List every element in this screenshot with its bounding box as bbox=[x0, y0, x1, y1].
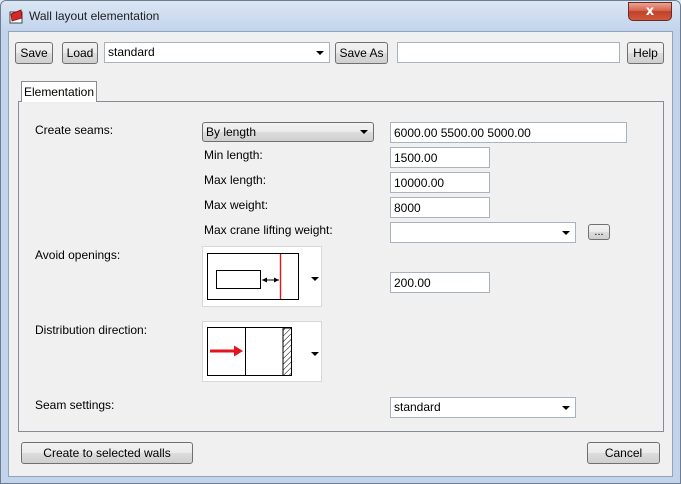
distribution-direction-label: Distribution direction: bbox=[35, 323, 148, 337]
cancel-button[interactable]: Cancel bbox=[587, 442, 660, 464]
seam-settings-label: Seam settings: bbox=[35, 398, 115, 412]
seam-settings-value: standard bbox=[394, 400, 441, 414]
opening-distance-icon bbox=[207, 253, 299, 300]
tab-elementation-label: Elementation bbox=[23, 85, 95, 99]
avoid-openings-picker[interactable] bbox=[202, 246, 322, 307]
close-icon: x bbox=[645, 4, 655, 19]
close-button[interactable]: x bbox=[628, 2, 672, 21]
chevron-down-icon bbox=[562, 406, 570, 410]
create-to-selected-walls-button[interactable]: Create to selected walls bbox=[21, 442, 193, 464]
direction-arrow-icon bbox=[207, 327, 292, 376]
load-button[interactable]: Load bbox=[62, 42, 98, 64]
seam-lengths-input[interactable] bbox=[390, 122, 627, 143]
dialog-window: Wall layout elementation x Save Load sta… bbox=[0, 0, 681, 484]
chevron-down-icon bbox=[311, 277, 319, 281]
title-bar[interactable]: Wall layout elementation x bbox=[1, 1, 680, 31]
create-seams-label: Create seams: bbox=[35, 123, 114, 137]
help-button[interactable]: Help bbox=[627, 42, 664, 64]
chevron-down-icon bbox=[311, 352, 319, 356]
save-as-button[interactable]: Save As bbox=[335, 42, 388, 64]
max-crane-label: Max crane lifting weight: bbox=[204, 223, 333, 237]
max-length-label: Max length: bbox=[204, 173, 267, 187]
max-weight-label: Max weight: bbox=[204, 198, 269, 212]
seam-mode-dropdown[interactable]: By length bbox=[202, 122, 374, 142]
preset-value: standard bbox=[108, 45, 155, 59]
save-as-name-input[interactable] bbox=[397, 42, 620, 63]
distribution-direction-picker[interactable] bbox=[202, 321, 322, 382]
elementation-panel: Create seams: By length Min length: Max … bbox=[18, 101, 664, 432]
chevron-down-icon bbox=[562, 231, 570, 235]
min-length-input[interactable] bbox=[390, 147, 490, 168]
max-crane-browse-button[interactable]: ... bbox=[588, 224, 610, 240]
avoid-openings-distance-input[interactable] bbox=[390, 272, 490, 293]
preset-dropdown[interactable]: standard bbox=[104, 42, 330, 63]
max-length-input[interactable] bbox=[390, 172, 490, 193]
window-title: Wall layout elementation bbox=[29, 9, 160, 23]
seam-mode-value: By length bbox=[206, 125, 257, 139]
save-button[interactable]: Save bbox=[15, 42, 53, 64]
app-icon bbox=[9, 9, 23, 24]
avoid-openings-label: Avoid openings: bbox=[35, 248, 121, 262]
min-length-label: Min length: bbox=[204, 148, 263, 162]
chevron-down-icon bbox=[360, 130, 368, 134]
max-crane-dropdown[interactable] bbox=[390, 222, 576, 243]
dialog-client-area: Save Load standard Save As Help Elementa… bbox=[8, 31, 673, 477]
tab-elementation[interactable]: Elementation bbox=[21, 81, 97, 102]
max-weight-input[interactable] bbox=[390, 197, 490, 218]
chevron-down-icon bbox=[316, 51, 324, 55]
seam-settings-dropdown[interactable]: standard bbox=[390, 397, 576, 418]
